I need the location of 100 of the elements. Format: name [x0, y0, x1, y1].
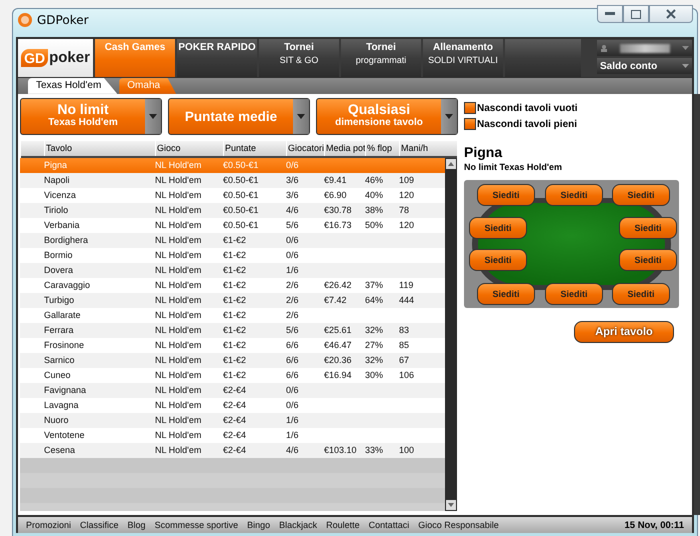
column-header[interactable]: % flop	[365, 140, 399, 156]
footer-link[interactable]: Bingo	[247, 520, 270, 530]
table-cell-text: 6/6	[286, 370, 300, 380]
table-cell-text: €2-€4	[223, 430, 248, 440]
table-row[interactable]: Sarnico NL Hold'em €1-€2 6/6 €20.36 32% 67	[20, 352, 445, 368]
maximize-icon	[631, 10, 641, 18]
footer-link[interactable]: Scommesse sportive	[154, 520, 238, 530]
table-row[interactable]: Vicenza NL Hold'em €0.50-€1 3/6 €6.90 40% 120	[20, 188, 445, 203]
table-cell-text: Gallarate	[44, 310, 82, 320]
table-cell-text: Ferrara	[44, 325, 75, 336]
sit-button[interactable]: Siediti	[612, 282, 670, 305]
sit-button[interactable]: Siediti	[469, 248, 527, 271]
column-header[interactable]: Media pot	[324, 140, 365, 156]
sit-button[interactable]: Siediti	[545, 282, 603, 305]
table-cell-text: Pigna	[44, 160, 68, 170]
table-cell-text: 50%	[365, 220, 384, 230]
footer-link[interactable]: Gioco Responsabile	[418, 520, 499, 530]
table-row[interactable]: Napoli NL Hold'em €0.50-€1 3/6 €9.41 46% 109	[20, 172, 445, 188]
footer-link[interactable]: Classifice	[80, 520, 119, 530]
table-row[interactable]: Cesena NL Hold'em €2-€4 4/6 €103.10 33% 100	[20, 442, 445, 458]
table-cell-text: NL Hold'em	[155, 340, 202, 350]
table-cell-text: NL Hold'em	[155, 415, 202, 426]
table-cell-text: 6/6	[286, 340, 300, 350]
footer-link[interactable]: Blackjack	[279, 520, 318, 530]
nav-tab[interactable]: Allenamento SOLDI VIRTUALI	[423, 39, 503, 77]
table-cell-text: 120	[399, 190, 416, 200]
caret-icon	[682, 46, 689, 50]
table-cell-text: 38%	[365, 205, 384, 216]
table-row[interactable]: Nuoro NL Hold'em €2-€4 1/6	[20, 412, 445, 428]
sit-button[interactable]: Siediti	[477, 282, 535, 305]
table-cell-text: NL Hold'em	[155, 445, 202, 456]
table-cell-text: NL Hold'em	[155, 220, 202, 230]
table-row[interactable]: Favignana NL Hold'em €2-€4 0/6	[20, 382, 445, 398]
nav-tab[interactable]: POKER RAPIDO	[177, 39, 257, 77]
table-row[interactable]: Bordighera NL Hold'em €1-€2 0/6	[20, 232, 445, 248]
minimize-icon	[605, 12, 615, 16]
balance-dropdown[interactable]: Saldo conto	[597, 58, 692, 74]
table-cell-text: 67	[399, 355, 410, 366]
table-cell-text: 109	[399, 175, 416, 186]
sit-button[interactable]: Siediti	[612, 184, 670, 206]
column-header[interactable]: Puntate	[223, 140, 286, 156]
scroll-down-icon[interactable]	[448, 502, 454, 507]
date-time: 15 Nov, 00:11	[624, 520, 684, 531]
table-cell-text: NL Hold'em	[155, 250, 202, 260]
table-row[interactable]: Dovera NL Hold'em €1-€2 1/6	[20, 262, 445, 278]
checkbox-label: Nascondi tavoli vuoti	[477, 102, 578, 114]
table-row[interactable]: Ferrara NL Hold'em €1-€2 5/6 €25.61 32% 83	[20, 322, 445, 338]
table-row[interactable]: Turbigo NL Hold'em €1-€2 2/6 €7.42 64% 444	[20, 292, 445, 308]
sit-button[interactable]: Siediti	[619, 248, 677, 271]
sit-button[interactable]: Siediti	[477, 184, 535, 206]
table-row[interactable]: Lavagna NL Hold'em €2-€4 0/6	[20, 398, 445, 413]
nav-tab[interactable]: Tornei SIT & GO	[259, 39, 339, 77]
maximize-button[interactable]	[623, 5, 649, 23]
table-cell-text: 0/6	[286, 250, 300, 260]
column-header[interactable]: Mani/h	[399, 140, 457, 156]
table-cell-text: €1-€2	[223, 370, 248, 380]
table-cell-text: 106	[399, 370, 416, 380]
scrollbar[interactable]	[445, 158, 457, 511]
table-cell-text: NL Hold'em	[155, 265, 202, 276]
minimize-button[interactable]	[597, 5, 623, 23]
checkbox[interactable]	[464, 118, 476, 130]
sit-button[interactable]: Siediti	[619, 216, 677, 239]
column-header[interactable]: Giocatori	[286, 140, 324, 156]
footer-link[interactable]: Blog	[128, 520, 146, 530]
user-icon	[600, 44, 608, 52]
table-cell-text: Cesena	[44, 445, 76, 456]
footer-link[interactable]: Contattaci	[368, 520, 410, 530]
table-row[interactable]: Bormio NL Hold'em €1-€2 0/6	[20, 248, 445, 263]
table-cell-text: €16.73	[324, 220, 353, 230]
table-cell-text: 6/6	[286, 355, 300, 366]
table-row[interactable]: Ventotene NL Hold'em €2-€4 1/6	[20, 428, 445, 443]
footer-link[interactable]: Roulette	[326, 520, 360, 530]
footer-link[interactable]: Promozioni	[26, 520, 72, 530]
table-cell-text: NL Hold'em	[155, 190, 202, 200]
sit-button[interactable]: Siediti	[469, 216, 527, 239]
close-button[interactable]	[649, 5, 693, 23]
table-cell-text: Sarnico	[44, 355, 76, 366]
sit-button[interactable]: Siediti	[545, 184, 603, 206]
table-cell-text: NL Hold'em	[155, 355, 202, 366]
table-row[interactable]: Gallarate NL Hold'em €1-€2 2/6	[20, 308, 445, 323]
table-row[interactable]: Verbania NL Hold'em €0.50-€1 5/6 €16.73 50% 120	[20, 218, 445, 233]
account-dropdown[interactable]	[597, 40, 692, 56]
column-header[interactable]: Tavolo	[44, 140, 155, 156]
column-header[interactable]: Gioco	[155, 140, 223, 156]
table-cell-text: Ventotene	[44, 430, 86, 440]
table-cell-text: €1-€2	[223, 340, 248, 350]
table-cell-text: 119	[399, 280, 414, 290]
checkbox[interactable]	[464, 102, 476, 114]
table-cell-text: NL Hold'em	[155, 160, 202, 170]
table-cell-text: NL Hold'em	[155, 235, 202, 246]
table-row[interactable]: Frosinone NL Hold'em €1-€2 6/6 €46.47 27% 85	[20, 338, 445, 353]
scroll-up-icon[interactable]	[448, 162, 454, 166]
table-cell-text: NL Hold'em	[155, 430, 202, 440]
table-row[interactable]: Tiriolo NL Hold'em €0.50-€1 4/6 €30.78 38% 78	[20, 202, 445, 218]
nav-tab[interactable]: Tornei programmati	[341, 39, 421, 77]
table-row[interactable]: Cuneo NL Hold'em €1-€2 6/6 €16.94 30% 106	[20, 368, 445, 383]
table-cell-text: €1-€2	[223, 325, 248, 336]
table-cell-text: 46%	[365, 175, 384, 186]
game-tab[interactable]: Texas Hold'em	[28, 78, 118, 94]
table-row[interactable]: Caravaggio NL Hold'em €1-€2 2/6 €26.42 37% 119	[20, 278, 445, 293]
